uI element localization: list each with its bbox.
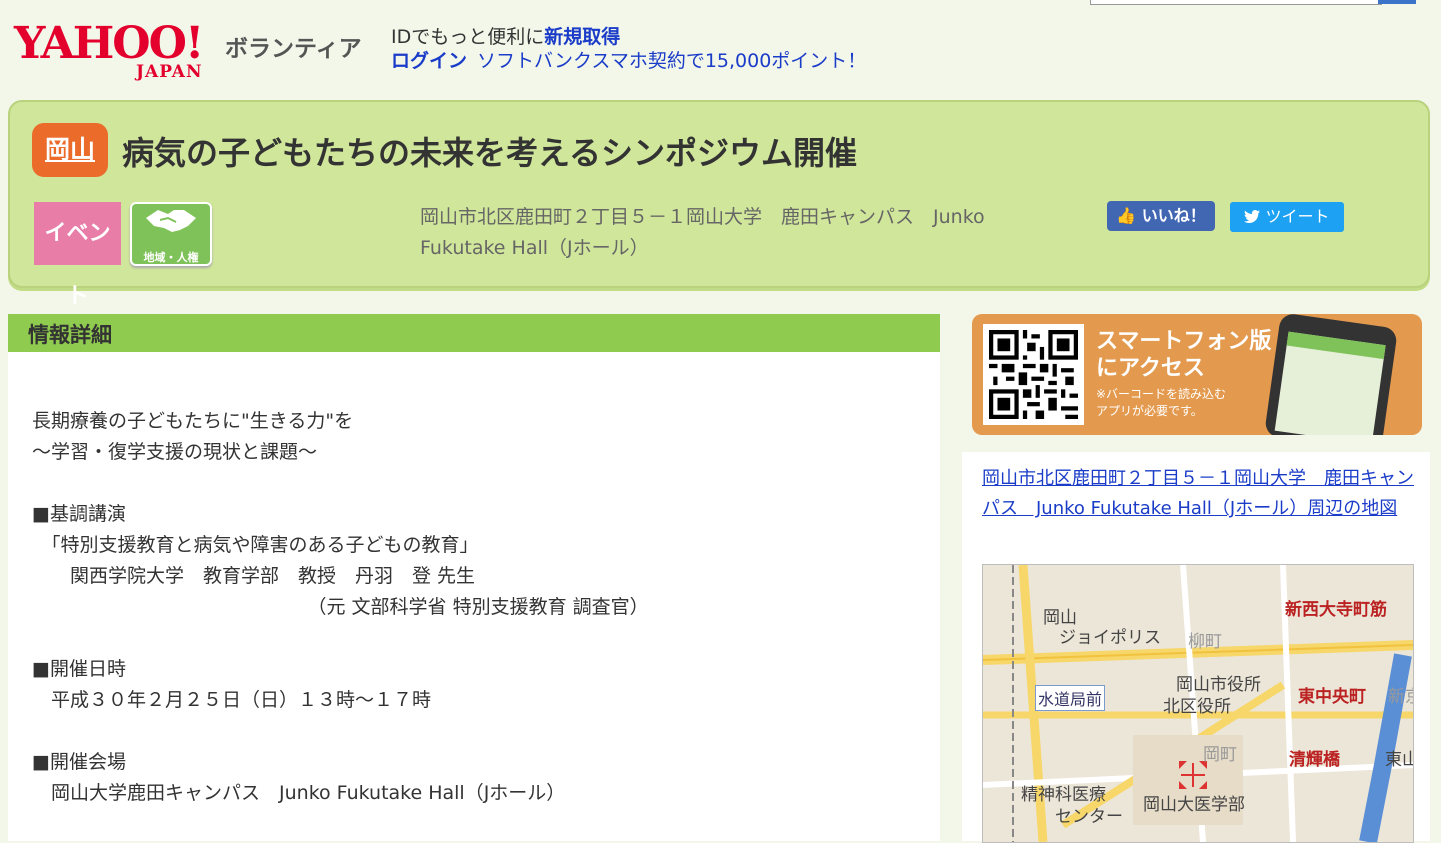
- event-type-tag: イベント: [34, 202, 121, 309]
- yahoo-japan-logo[interactable]: YAHOO! JAPAN: [14, 18, 204, 83]
- sp-note-line1: ※バーコードを読み込む: [1096, 387, 1227, 401]
- map-panel: 岡山市北区鹿田町２丁目５－１岡山大学 鹿田キャンパス Junko Fukutak…: [962, 452, 1430, 843]
- map-link[interactable]: 岡山市北区鹿田町２丁目５－１岡山大学 鹿田キャンパス Junko Fukutak…: [982, 464, 1422, 524]
- map-label-suido: 水道局前: [1035, 685, 1106, 711]
- detail-text: 長期療養の子どもたちに"生きる力"を ～学習・復学支援の現状と課題～ ■基調講演…: [32, 410, 649, 804]
- detail-section: 長期療養の子どもたちに"生きる力"を ～学習・復学支援の現状と課題～ ■基調講演…: [8, 352, 940, 841]
- map-label-med-school: 岡山大医学部: [1143, 795, 1245, 815]
- sp-note-line2: アプリが必要です。: [1096, 404, 1203, 418]
- promo-link[interactable]: ソフトバンクスマホ契約で15,000ポイント！: [477, 50, 866, 72]
- tweet-button[interactable]: ツイート: [1230, 202, 1344, 232]
- sp-title-line2: にアクセス: [1096, 356, 1205, 381]
- category-label: 地域・人権: [143, 251, 199, 264]
- signup-line: IDでもっと便利に新規取得: [391, 22, 620, 49]
- page-title: 病気の子どもたちの未来を考えるシンポジウム開催: [122, 134, 858, 172]
- smartphone-banner-title: スマートフォン版 にアクセス: [1096, 328, 1271, 382]
- map-label-seiki: 清輝橋: [1289, 750, 1340, 770]
- detail-heading: 情報詳細: [28, 323, 112, 347]
- smartphone-icon: [1263, 314, 1399, 435]
- map-label-yanagimachi: 柳町: [1188, 632, 1222, 652]
- phone-screen: [1274, 331, 1386, 435]
- map-label-center: センター: [1055, 807, 1123, 827]
- sp-title-line1: スマートフォン版: [1096, 329, 1272, 354]
- detail-section-header: 情報詳細: [8, 314, 940, 352]
- facebook-like-button[interactable]: 👍 いいね！: [1107, 201, 1215, 231]
- logo-subtext: JAPAN: [136, 62, 203, 82]
- prefecture-badge[interactable]: 岡山: [32, 123, 108, 177]
- qr-code-icon: [983, 324, 1084, 425]
- search-button[interactable]: [1378, 0, 1416, 4]
- thumbs-up-icon: 👍: [1116, 206, 1137, 225]
- map-label-shinsho: 新京: [1388, 687, 1413, 707]
- like-label: いいね！: [1141, 206, 1206, 225]
- tweet-label: ツイート: [1265, 207, 1330, 226]
- login-link[interactable]: ログイン: [391, 50, 467, 72]
- smartphone-banner-note: ※バーコードを読み込む アプリが必要です。: [1096, 386, 1226, 420]
- login-line: ログイン ソフトバンクスマホ契約で15,000ポイント！: [391, 46, 866, 73]
- area-map[interactable]: 岡山 ジョイポリス 柳町 岡山市役所 北区役所 水道局前 新西大寺町筋 東中央町…: [982, 564, 1414, 843]
- service-name[interactable]: ボランティア: [225, 29, 362, 63]
- handshake-icon: [132, 204, 210, 249]
- signup-link[interactable]: 新規取得: [544, 26, 620, 48]
- event-address: 岡山市北区鹿田町２丁目５－１岡山大学 鹿田キャンパス Junko Fukutak…: [420, 206, 985, 259]
- logo-text: YAHOO!: [14, 18, 204, 69]
- map-label-kita-ward: 北区役所: [1163, 697, 1231, 717]
- map-label-okamachi: 岡町: [1203, 745, 1237, 765]
- map-label-higashiyama: 東山: [1385, 750, 1413, 770]
- smartphone-access-banner[interactable]: スマートフォン版 にアクセス ※バーコードを読み込む アプリが必要です。: [972, 314, 1422, 435]
- signup-prefix: IDでもっと便利に: [391, 26, 545, 48]
- map-label-higashi-chuo: 東中央町: [1298, 687, 1366, 707]
- twitter-bird-icon: [1244, 207, 1265, 226]
- category-tag: 地域・人権: [130, 202, 212, 266]
- search-input[interactable]: [1090, 0, 1382, 5]
- map-label-joypolis: ジョイポリス: [1059, 628, 1161, 648]
- event-header-panel: 岡山 病気の子どもたちの未来を考えるシンポジウム開催 イベント 地域・人権 岡山…: [8, 100, 1430, 309]
- map-label-shin-nishi: 新西大寺町筋: [1285, 600, 1387, 620]
